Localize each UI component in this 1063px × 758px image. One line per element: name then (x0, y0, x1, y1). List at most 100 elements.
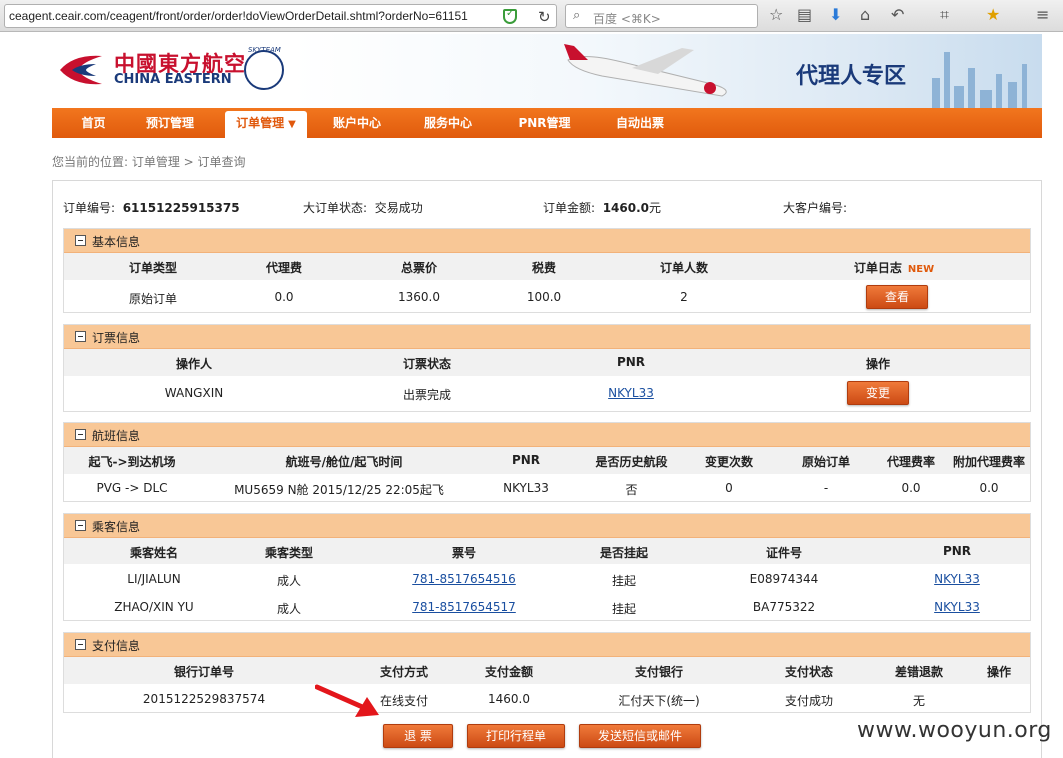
pnr-link[interactable]: NKYL33 (907, 600, 1007, 614)
extension-star-icon[interactable]: ★ (986, 5, 1000, 24)
column-header: 乘客类型 (264, 546, 313, 560)
collapse-icon[interactable] (75, 639, 86, 650)
airplane-icon (564, 44, 727, 97)
china-eastern-logo-icon (60, 55, 102, 85)
order-number-label: 订单编号: (63, 201, 116, 215)
ticket-number-link[interactable]: 781-8517654516 (394, 572, 534, 586)
ticket-number-link[interactable]: 781-8517654517 (394, 600, 534, 614)
column-header: 操作 (986, 665, 1011, 679)
agent-rate-cell: 0.0 (901, 481, 921, 495)
skyteam-label: SKYTEAM (248, 46, 281, 54)
browser-toolbar: ceagent.ceair.com/ceagent/front/order/or… (0, 0, 1063, 32)
print-itinerary-button[interactable]: 打印行程单 (467, 724, 565, 748)
refund-error-cell: 无 (912, 694, 925, 708)
flight-detail-cell: MU5659 N舱 2015/12/25 22:05起飞 (234, 483, 444, 497)
adblock-shield-icon[interactable] (503, 8, 517, 24)
column-header: 订票状态 (402, 357, 451, 371)
collapse-icon[interactable] (75, 520, 86, 531)
send-sms-email-button[interactable]: 发送短信或邮件 (579, 724, 701, 748)
banner-graphic (292, 34, 1042, 108)
order-status: 大订单状态: 交易成功 (303, 199, 423, 216)
nav-item-booking[interactable]: 预订管理 (134, 108, 206, 138)
total-fare-cell: 1360.0 (398, 290, 440, 304)
nav-item-home[interactable]: 首页 (66, 108, 121, 138)
undo-icon[interactable]: ↶ (891, 5, 904, 24)
nav-item-orders[interactable]: 订单管理 ▼ (225, 111, 307, 138)
home-icon[interactable]: ⌂ (860, 5, 870, 24)
ticketing-info-section: 订票信息 操作人 订票状态 PNR 操作 WANGXIN 出票完成 NKYL33… (63, 324, 1031, 412)
table-row: WANGXIN 出票完成 NKYL33 变更 (64, 376, 1030, 410)
table-row: 2015122529837574 在线支付 1460.0 汇付天下(统一) 支付… (64, 684, 1030, 712)
agent-fee-cell: 0.0 (274, 290, 294, 304)
table-header-row: 银行订单号 支付方式 支付金额 支付银行 支付状态 差错退款 操作 (64, 657, 1030, 684)
order-log-header: 订单日志 NEW (834, 259, 954, 276)
city-skyline (932, 78, 940, 108)
section-header: 基本信息 (64, 229, 1030, 253)
nav-item-auto-ticket[interactable]: 自动出票 (604, 108, 676, 138)
section-title: 基本信息 (92, 235, 141, 249)
client-number: 大客户编号: (783, 199, 847, 216)
bank-order-number-cell: 2015122529837574 (142, 692, 266, 706)
collapse-icon[interactable] (75, 235, 86, 246)
payment-info-section: 支付信息 银行订单号 支付方式 支付金额 支付银行 支付状态 差错退款 操作 2… (63, 632, 1031, 713)
section-header: 乘客信息 (64, 514, 1030, 538)
column-header: 支付银行 (634, 665, 683, 679)
order-status-label: 大订单状态: (303, 201, 368, 215)
pnr-cell: NKYL33 (503, 481, 549, 495)
column-header: 附加代理费率 (952, 455, 1025, 469)
column-header: 变更次数 (704, 455, 753, 469)
route-cell: PVG -> DLC (96, 481, 168, 495)
table-header-row: 操作人 订票状态 PNR 操作 (64, 349, 1030, 376)
logo-english: CHINA EASTERN (114, 72, 232, 87)
column-header: 代理费 (265, 261, 302, 275)
order-amount-unit: 元 (649, 201, 662, 215)
column-header: 支付金额 (484, 665, 533, 679)
view-log-button[interactable]: 查看 (866, 285, 928, 309)
order-number-value: 61151225915375 (122, 201, 240, 215)
url-text[interactable]: ceagent.ceair.com/ceagent/front/order/or… (9, 9, 489, 23)
nav-item-service[interactable]: 服务中心 (412, 108, 484, 138)
download-icon[interactable]: ⬇ (829, 5, 842, 24)
pnr-link[interactable]: NKYL33 (571, 386, 691, 400)
search-icon: ⌕ (573, 8, 581, 23)
column-header: 原始订单 (801, 455, 850, 469)
collapse-icon[interactable] (75, 429, 86, 440)
client-number-label: 大客户编号: (783, 201, 848, 215)
search-placeholder: 百度 <⌘K> (593, 12, 661, 26)
tax-cell: 100.0 (526, 290, 562, 304)
reload-icon[interactable]: ↻ (538, 8, 551, 26)
address-bar[interactable]: ceagent.ceair.com/ceagent/front/order/or… (4, 4, 557, 28)
collapse-icon[interactable] (75, 331, 86, 342)
menu-icon[interactable]: ≡ (1036, 5, 1049, 24)
table-row: PVG -> DLC MU5659 N舱 2015/12/25 22:05起飞 … (64, 474, 1030, 501)
column-header: PNR (511, 453, 541, 467)
column-header: 差错退款 (894, 665, 943, 679)
section-title: 乘客信息 (92, 520, 141, 534)
pnr-link[interactable]: NKYL33 (907, 572, 1007, 586)
column-header: 起飞->到达机场 (88, 455, 176, 469)
basic-info-section: 基本信息 订单类型 代理费 总票价 税费 订单人数 订单日志 NEW 原始订单 0… (63, 228, 1031, 313)
order-amount-label: 订单金额: (543, 201, 596, 215)
order-detail-panel: 订单编号: 61151225915375 大订单状态: 交易成功 订单金额: 1… (52, 180, 1042, 758)
search-box[interactable]: ⌕ 百度 <⌘K> (565, 4, 758, 28)
agent-zone-title: 代理人专区 (796, 64, 907, 89)
crop-icon[interactable]: ⌗ (940, 5, 949, 25)
id-number-cell: BA775322 (752, 600, 816, 614)
section-header: 航班信息 (64, 423, 1030, 447)
chevron-down-icon: ▼ (288, 119, 296, 130)
section-header: 订票信息 (64, 325, 1030, 349)
table-row: LI/JIALUN 成人 781-8517654516 挂起 E08974344… (64, 564, 1030, 592)
change-button[interactable]: 变更 (847, 381, 909, 405)
flight-info-section: 航班信息 起飞->到达机场 航班号/舱位/起飞时间 PNR 是否历史航段 变更次… (63, 422, 1031, 502)
nav-item-pnr[interactable]: PNR管理 (507, 108, 582, 138)
refund-button[interactable]: 退 票 (383, 724, 453, 748)
nav-item-account[interactable]: 账户中心 (322, 108, 392, 138)
bookmark-star-icon[interactable]: ☆ (769, 5, 783, 24)
column-header: 税费 (531, 261, 556, 275)
column-header: 是否历史航段 (595, 455, 668, 469)
passenger-name-cell: ZHAO/XIN YU (114, 600, 194, 614)
column-header: 代理费率 (886, 455, 935, 469)
id-number-cell: E08974344 (749, 572, 819, 586)
reading-list-icon[interactable]: ▤ (797, 5, 812, 24)
nav-item-orders-label: 订单管理 (236, 116, 285, 130)
